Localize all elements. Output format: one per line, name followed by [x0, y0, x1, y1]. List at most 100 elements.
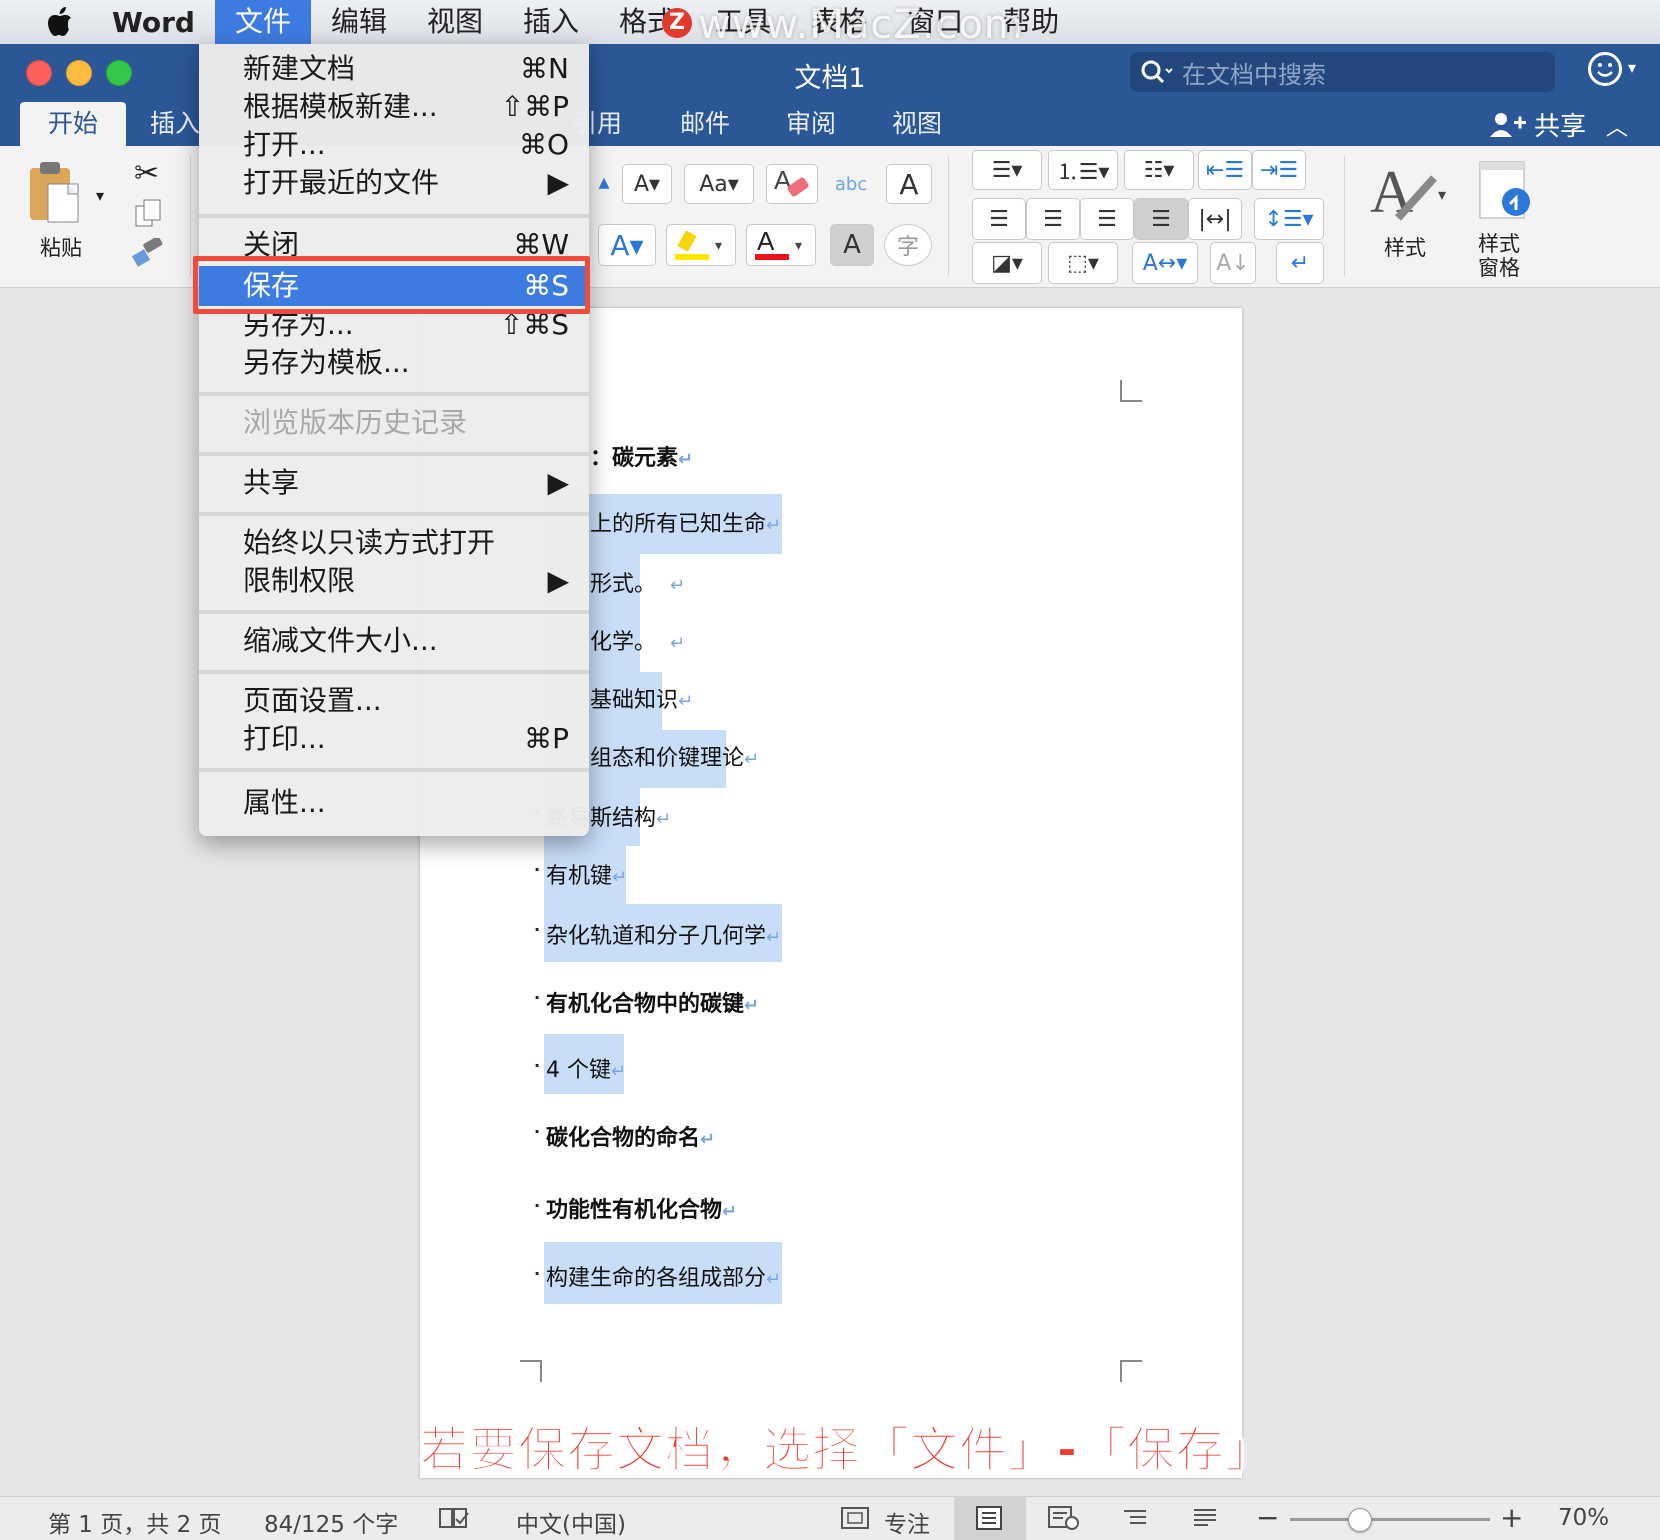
enclose-character-icon[interactable]: 字 — [884, 224, 932, 266]
sort-az-icon[interactable]: A↓ — [1210, 242, 1256, 284]
clear-formatting-eraser-icon[interactable]: A — [766, 164, 818, 204]
doc-line[interactable]: ：碳元素↵ — [590, 440, 693, 472]
menu-item-always-open-read-only[interactable]: 始终以只读方式打开 — [199, 524, 589, 562]
doc-line[interactable]: 化学。 ↵ — [590, 624, 685, 656]
distributed-align-icon[interactable]: |↔| — [1188, 198, 1242, 240]
outline-view-icon[interactable] — [1120, 1505, 1150, 1537]
bullets-button[interactable]: ☰▾ — [972, 150, 1042, 190]
menu-item-print[interactable]: 打印... ⌘P — [199, 720, 589, 758]
menu-view[interactable]: 视图 — [407, 0, 503, 44]
text-effects-button[interactable]: A▾ — [598, 224, 656, 266]
zoom-percentage[interactable]: 70% — [1558, 1505, 1609, 1531]
text-effects-abc-icon[interactable]: abc — [826, 164, 876, 204]
focus-mode-icon[interactable] — [840, 1505, 870, 1537]
language-indicator[interactable]: 中文(中国) — [516, 1505, 626, 1539]
paragraph-marks-icon[interactable]: ↵ — [1276, 242, 1324, 284]
doc-line[interactable]: 形式。 ↵ — [590, 566, 685, 598]
menu-item-new-document[interactable]: 新建文档 ⌘N — [199, 50, 589, 88]
search-input[interactable]: 在文档中搜索 — [1130, 52, 1555, 92]
tab-view[interactable]: 视图 — [892, 102, 942, 146]
share-button[interactable]: 共享 — [1490, 106, 1586, 143]
doc-line[interactable]: 组态和价键理论↵ — [590, 740, 759, 772]
app-menu-word[interactable]: Word — [112, 6, 195, 39]
menu-item-open[interactable]: 打开... ⌘O — [199, 126, 589, 164]
focus-mode-label[interactable]: 专注 — [884, 1505, 930, 1539]
clipboard-icon — [30, 162, 79, 223]
menu-insert[interactable]: 插入 — [503, 0, 599, 44]
styles-label: 样式 — [1384, 236, 1426, 260]
menu-item-share[interactable]: 共享 ▶ — [199, 464, 589, 502]
menu-item-page-setup[interactable]: 页面设置... — [199, 682, 589, 720]
draft-view-icon[interactable] — [1190, 1505, 1220, 1537]
zoom-slider-thumb[interactable] — [1348, 1508, 1372, 1532]
styles-brush-icon[interactable]: A ▾ — [1368, 158, 1452, 232]
paste-dropdown-chevron-icon[interactable]: ▾ — [96, 186, 104, 205]
menu-item-new-from-template[interactable]: 根据模板新建... ⇧⌘P — [199, 88, 589, 126]
text-box-a-icon[interactable]: A — [886, 164, 932, 204]
doc-line[interactable]: 构建生命的各组成部分↵ — [546, 1260, 781, 1292]
word-count[interactable]: 84/125 个字 — [264, 1505, 398, 1539]
doc-line[interactable]: 碳化合物的命名↵ — [546, 1120, 715, 1152]
line-spacing-button[interactable]: ↕☰▾ — [1254, 198, 1324, 240]
doc-line[interactable]: 4 个键↵ — [546, 1052, 626, 1084]
character-spacing-button[interactable]: A↔▾ — [1132, 242, 1198, 284]
character-shading-icon[interactable]: A — [830, 224, 874, 266]
svg-text:A: A — [757, 228, 775, 256]
numbering-button[interactable]: ⒈☰▾ — [1048, 150, 1118, 190]
borders-button[interactable]: ⬚▾ — [1048, 242, 1118, 284]
multilevel-list-button[interactable]: ☷▾ — [1124, 150, 1194, 190]
tab-insert[interactable]: 插入 — [150, 102, 200, 146]
menu-file[interactable]: 文件 — [214, 0, 311, 44]
doc-line[interactable]: 有机化合物中的碳键↵ — [546, 986, 759, 1018]
zoom-slider-track[interactable] — [1290, 1518, 1490, 1521]
tutorial-caption: 若要保存文档，选择「文件」-「保存」 — [420, 1422, 1274, 1479]
menu-item-properties[interactable]: 属性... — [199, 784, 589, 822]
submenu-arrow-icon: ▶ — [547, 466, 569, 499]
doc-line[interactable]: 功能性有机化合物↵ — [546, 1192, 737, 1224]
menu-edit[interactable]: 编辑 — [311, 0, 407, 44]
doc-line[interactable]: 杂化轨道和分子几何学↵ — [546, 918, 781, 950]
font-color-button[interactable]: A ▾ — [746, 224, 816, 266]
decrease-indent-icon[interactable]: ⇤☰ — [1198, 150, 1252, 190]
doc-line[interactable]: 基础知识↵ — [590, 682, 693, 714]
paste-button[interactable] — [26, 158, 86, 228]
apple-logo-icon[interactable] — [38, 0, 82, 44]
increase-font-size-icon[interactable]: ▴ — [586, 162, 622, 202]
menu-item-open-recent[interactable]: 打开最近的文件 ▶ — [199, 164, 589, 202]
shading-bucket-icon[interactable]: ◪▾ — [972, 242, 1042, 284]
align-right-icon[interactable]: ☰ — [1080, 198, 1134, 240]
menu-item-restrict-permissions[interactable]: 限制权限 ▶ — [199, 562, 589, 600]
highlight-color-button[interactable]: ▾ — [666, 224, 736, 266]
search-placeholder: 在文档中搜索 — [1182, 60, 1326, 89]
styles-pane-label: 样式 窗格 — [1478, 232, 1520, 280]
cut-scissors-icon[interactable]: ✂ — [134, 156, 159, 191]
doc-line[interactable]: 上的所有已知生命↵ — [590, 506, 781, 538]
menu-item-save-as-template[interactable]: 另存为模板... — [199, 344, 589, 382]
proofing-book-icon[interactable] — [438, 1505, 470, 1537]
tab-mailings[interactable]: 邮件 — [680, 102, 730, 146]
justify-icon[interactable]: ☰ — [1134, 198, 1188, 240]
zoom-out-button[interactable]: − — [1256, 1501, 1279, 1534]
doc-line[interactable]: 有机键↵ — [546, 858, 627, 890]
tab-home[interactable]: 开始 — [20, 102, 127, 146]
align-center-icon[interactable]: ☰ — [1026, 198, 1080, 240]
feedback-smiley-icon[interactable] — [1588, 52, 1622, 86]
decrease-font-size-button[interactable]: A▾ — [622, 164, 672, 204]
chevron-down-icon[interactable]: ▾ — [1628, 58, 1636, 77]
align-left-icon[interactable]: ☰ — [972, 198, 1026, 240]
menu-item-reduce-file-size[interactable]: 缩减文件大小... — [199, 622, 589, 660]
paste-label: 粘贴 — [40, 236, 82, 260]
styles-pane-icon[interactable] — [1476, 160, 1536, 230]
change-case-button[interactable]: Aa▾ — [684, 164, 754, 204]
collapse-ribbon-chevron-icon[interactable]: ︿ — [1606, 110, 1628, 142]
format-painter-icon[interactable] — [130, 236, 166, 272]
search-icon — [1141, 60, 1173, 84]
watermark-text: www.MacZ.com — [698, 2, 1024, 48]
zoom-in-button[interactable]: + — [1500, 1501, 1523, 1534]
web-layout-icon[interactable] — [1046, 1505, 1080, 1537]
increase-indent-icon[interactable]: ⇥☰ — [1252, 150, 1306, 190]
margin-corner-mark — [520, 1360, 542, 1382]
tab-review[interactable]: 审阅 — [786, 102, 836, 146]
copy-icon[interactable] — [134, 198, 162, 232]
page-count[interactable]: 第 1 页，共 2 页 — [48, 1505, 222, 1539]
